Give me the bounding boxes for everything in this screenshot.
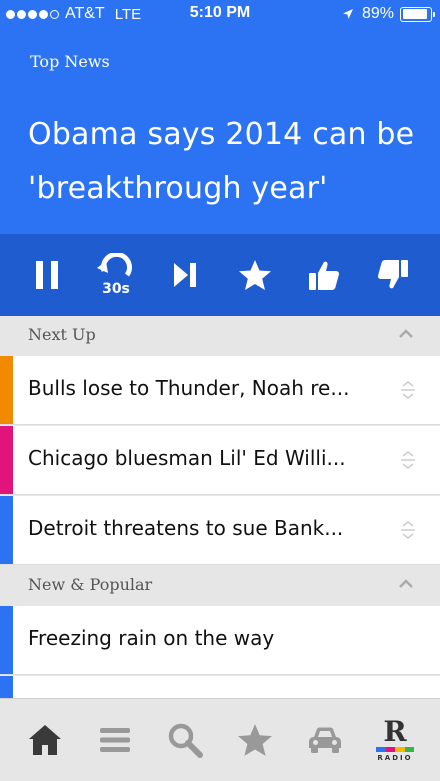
pause-button[interactable] (19, 247, 75, 303)
playback-controls: 30s (0, 234, 440, 316)
battery-fill (402, 9, 427, 19)
list-item[interactable]: Chicago bluesman Lil' Ed Willi... (0, 426, 440, 495)
rewind-30-button[interactable]: 30s (88, 247, 144, 303)
now-playing-header: Top News Obama says 2014 can be 'breakth… (0, 30, 440, 234)
tab-home[interactable] (17, 712, 73, 768)
item-color-bar (0, 676, 13, 698)
reorder-handle-icon[interactable] (398, 451, 418, 469)
like-button[interactable] (296, 247, 352, 303)
item-title: Chicago bluesman Lil' Ed Willi... (28, 446, 346, 470)
new-popular-header[interactable]: New & Popular (0, 566, 440, 606)
dislike-button[interactable] (365, 247, 421, 303)
item-color-bar (0, 606, 13, 674)
tab-menu[interactable] (87, 712, 143, 768)
star-icon (238, 260, 271, 290)
new-popular-label: New & Popular (28, 575, 153, 594)
chevron-up-icon[interactable] (398, 329, 414, 339)
list-item[interactable]: Detroit threatens to sue Bank... (0, 496, 440, 565)
car-icon (309, 727, 341, 753)
next-up-header[interactable]: Next Up (0, 316, 440, 356)
thumbs-down-icon (378, 260, 409, 289)
tab-bar: R RADIO (0, 698, 440, 781)
thumbs-up-icon (308, 261, 339, 290)
rewind-30-icon: 30s (96, 253, 132, 297)
radio-logo: R RADIO (376, 714, 414, 762)
radio-logo-word: RADIO (377, 753, 413, 762)
radio-logo-stripe (376, 746, 414, 752)
tab-car[interactable] (297, 712, 353, 768)
favorite-button[interactable] (227, 247, 283, 303)
skip-icon (174, 263, 197, 287)
chevron-up-icon[interactable] (398, 579, 414, 589)
item-title: Freezing rain on the way (28, 626, 275, 650)
home-icon (29, 725, 61, 755)
search-icon (168, 723, 203, 758)
location-arrow-icon (342, 9, 353, 19)
skip-button[interactable] (157, 247, 213, 303)
status-right: 89% (342, 5, 435, 23)
menu-icon (100, 728, 130, 752)
list-item[interactable]: Freezing rain on the way (0, 606, 440, 675)
favorites-icon (238, 724, 272, 756)
item-color-bar (0, 496, 13, 564)
reorder-handle-icon[interactable] (398, 521, 418, 539)
battery-percent: 89% (361, 5, 394, 22)
item-color-bar (0, 356, 13, 424)
story-headline: Obama says 2014 can be 'breakthrough yea… (28, 117, 415, 206)
rewind-30-label: 30s (102, 281, 130, 297)
radio-logo-letter: R (383, 714, 407, 748)
tab-search[interactable] (157, 712, 213, 768)
battery-icon (400, 6, 435, 22)
item-color-bar (0, 426, 13, 494)
pause-icon (35, 261, 58, 289)
item-title: Bulls lose to Thunder, Noah re... (28, 376, 350, 400)
tab-radio[interactable]: R RADIO (367, 712, 423, 768)
list-item-partial[interactable] (0, 676, 440, 698)
item-title: Detroit threatens to sue Bank... (28, 516, 344, 540)
reorder-handle-icon[interactable] (398, 381, 418, 399)
tab-favorites[interactable] (227, 712, 283, 768)
section-title: Top News (30, 52, 110, 71)
list-item[interactable]: Bulls lose to Thunder, Noah re... (0, 356, 440, 425)
next-up-label: Next Up (28, 325, 96, 344)
status-bar: AT&T LTE 5:10 PM 89% (0, 0, 440, 30)
